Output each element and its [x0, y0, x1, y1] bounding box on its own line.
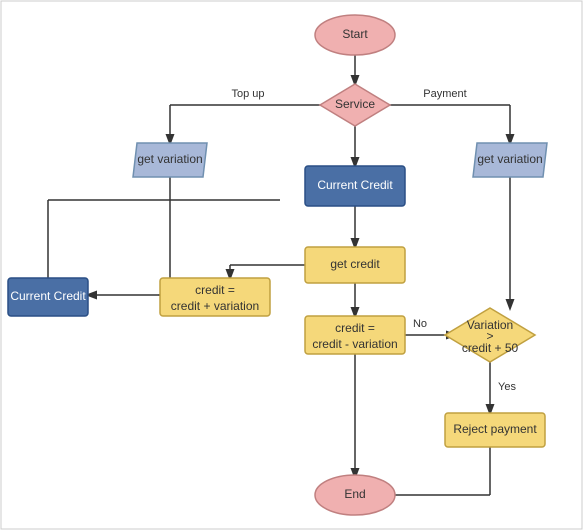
no-label: No	[413, 318, 427, 330]
current-credit-top-label: Current Credit	[317, 178, 393, 192]
credit-plus-label-1: credit =	[195, 283, 235, 297]
get-variation-left-label: get variation	[137, 152, 202, 166]
credit-minus-label-2: credit - variation	[312, 337, 397, 351]
top-up-label: Top up	[231, 88, 264, 100]
yes-label: Yes	[498, 381, 516, 393]
current-credit-left-label: Current Credit	[10, 289, 86, 303]
flowchart-svg: Top up Payment No Yes Start Service get …	[0, 0, 583, 530]
payment-label: Payment	[423, 88, 466, 100]
get-variation-right-label: get variation	[477, 152, 542, 166]
credit-minus-label-1: credit =	[335, 321, 375, 335]
get-credit-label: get credit	[330, 257, 380, 271]
credit-plus-label-2: credit + variation	[171, 299, 259, 313]
start-label: Start	[342, 27, 368, 41]
service-label: Service	[335, 97, 375, 111]
reject-payment-label: Reject payment	[453, 422, 537, 436]
end-label: End	[344, 487, 365, 501]
variation-check-label-3: credit + 50	[462, 341, 519, 355]
